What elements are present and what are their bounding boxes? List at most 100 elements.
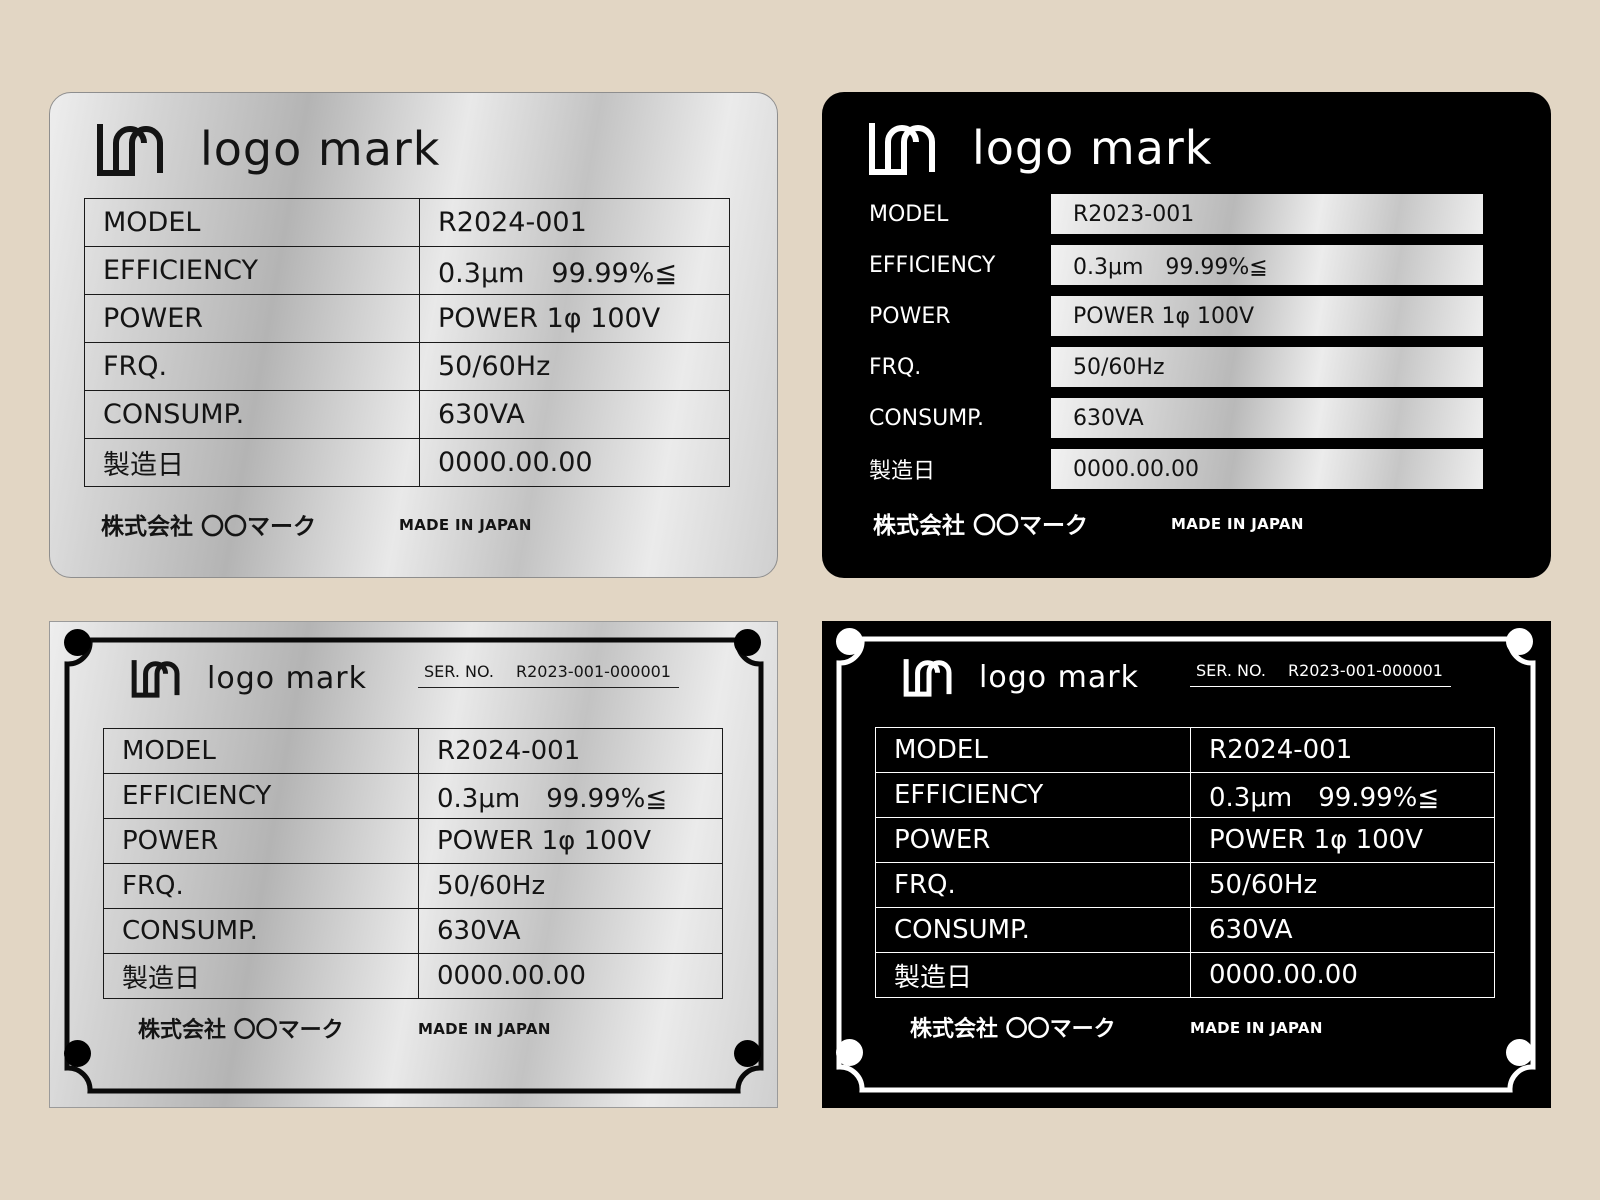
row-value: 0000.00.00 (419, 438, 730, 487)
row-label: FRQ. (875, 862, 1191, 908)
row-value: R2023-001 (1051, 194, 1483, 234)
table-row: FRQ. 50/60Hz (84, 342, 730, 391)
logo-text: logo mark (207, 660, 367, 696)
company-name: 株式会社 〇〇マーク (101, 514, 317, 540)
logo: logo mark (96, 121, 440, 177)
spec-row: CONSUMP. 630VA (869, 398, 1483, 438)
row-label: MODEL (84, 198, 420, 247)
row-value: 630VA (419, 390, 730, 439)
logo-text: logo mark (979, 659, 1139, 695)
row-value: 630VA (418, 908, 723, 954)
lm-logo-icon (131, 660, 180, 698)
spec-table: MODEL R2024-001 EFFICIENCY 0.3μm 99.99%≦ P… (84, 198, 730, 487)
nameplate-silver-rounded: logo mark MODEL R2024-001 EFFICIENCY 0.3μm… (49, 92, 778, 578)
spec-row: POWER POWER 1φ 100V (869, 296, 1483, 336)
nameplate-black-framed: logo mark SER. NO. R2023-001-000001 MODEL… (822, 621, 1551, 1108)
table-row: POWER POWER 1φ 100V (84, 294, 730, 343)
table-row: CONSUMP. 630VA (875, 907, 1495, 953)
row-label: POWER (875, 817, 1191, 863)
mounting-hole (734, 1040, 761, 1067)
table-row: MODEL R2024-001 (84, 198, 730, 247)
serial-value: R2023-001-000001 (515, 662, 671, 681)
row-label: 製造日 (84, 438, 420, 487)
row-value: R2024-001 (1190, 727, 1495, 773)
row-value: 50/60Hz (418, 863, 723, 909)
table-row: MODEL R2024-001 (103, 728, 723, 774)
table-row: CONSUMP. 630VA (84, 390, 730, 439)
row-value: 0.3μm 99.99%≦ (1190, 772, 1495, 818)
lm-logo-icon (903, 659, 952, 697)
company-name: 株式会社 〇〇マーク (138, 1018, 344, 1043)
row-value: 50/60Hz (1190, 862, 1495, 908)
row-label: 製造日 (875, 952, 1191, 998)
table-row: 製造日 0000.00.00 (875, 952, 1495, 998)
table-row: FRQ. 50/60Hz (875, 862, 1495, 908)
row-label: MODEL (869, 201, 949, 227)
table-row: EFFICIENCY 0.3μm 99.99%≦ (875, 772, 1495, 818)
row-label: CONSUMP. (869, 405, 985, 431)
spec-row: MODEL R2023-001 (869, 194, 1483, 234)
row-value: 0000.00.00 (1051, 449, 1483, 489)
lm-logo-icon (869, 123, 935, 175)
row-label: MODEL (875, 727, 1191, 773)
spec-row: EFFICIENCY 0.3μm 99.99%≦ (869, 245, 1483, 285)
row-value: 0.3μm 99.99%≦ (1051, 245, 1483, 285)
table-row: 製造日 0000.00.00 (103, 953, 723, 999)
table-row: FRQ. 50/60Hz (103, 863, 723, 909)
mounting-hole (734, 629, 761, 656)
spec-table: MODEL R2024-001 EFFICIENCY 0.3μm 99.99%≦ P… (103, 728, 723, 999)
table-row: 製造日 0000.00.00 (84, 438, 730, 487)
mounting-hole (64, 629, 91, 656)
row-value: 630VA (1051, 398, 1483, 438)
row-label: CONSUMP. (103, 908, 419, 954)
row-value: 50/60Hz (1051, 347, 1483, 387)
row-value: 0.3μm 99.99%≦ (419, 246, 730, 295)
logo: logo mark (903, 657, 1139, 697)
table-row: EFFICIENCY 0.3μm 99.99%≦ (84, 246, 730, 295)
mounting-hole (836, 1039, 863, 1066)
table-row: MODEL R2024-001 (875, 727, 1495, 773)
logo: logo mark (131, 658, 367, 698)
row-value: R2024-001 (419, 198, 730, 247)
made-in-label: MADE IN JAPAN (1190, 1019, 1323, 1037)
spec-row: FRQ. 50/60Hz (869, 347, 1483, 387)
made-in-label: MADE IN JAPAN (399, 516, 532, 534)
lm-logo-icon (97, 124, 163, 176)
mounting-hole (1506, 628, 1533, 655)
spec-row: 製造日 0000.00.00 (869, 449, 1483, 489)
serial-number: SER. NO. R2023-001-000001 (1190, 661, 1451, 687)
row-value: 0000.00.00 (1190, 952, 1495, 998)
row-value: POWER 1φ 100V (1051, 296, 1483, 336)
table-row: CONSUMP. 630VA (103, 908, 723, 954)
serial-label: SER. NO. (1196, 661, 1266, 680)
row-value: 50/60Hz (419, 342, 730, 391)
row-label: MODEL (103, 728, 419, 774)
row-value: POWER 1φ 100V (418, 818, 723, 864)
row-label: CONSUMP. (84, 390, 420, 439)
row-label: POWER (84, 294, 420, 343)
logo-text: logo mark (972, 121, 1213, 175)
company-name: 株式会社 〇〇マーク (873, 513, 1089, 539)
row-label: FRQ. (84, 342, 420, 391)
row-label: EFFICIENCY (869, 252, 996, 278)
row-value: POWER 1φ 100V (419, 294, 730, 343)
serial-value: R2023-001-000001 (1287, 661, 1443, 680)
logo-text: logo mark (200, 122, 441, 176)
made-in-label: MADE IN JAPAN (1171, 515, 1304, 533)
row-value: 0.3μm 99.99%≦ (418, 773, 723, 819)
row-label: POWER (103, 818, 419, 864)
row-label: CONSUMP. (875, 907, 1191, 953)
made-in-label: MADE IN JAPAN (418, 1020, 551, 1038)
nameplate-silver-framed: logo mark SER. NO. R2023-001-000001 MODEL… (49, 621, 778, 1108)
row-value: POWER 1φ 100V (1190, 817, 1495, 863)
row-value: 0000.00.00 (418, 953, 723, 999)
row-value: R2024-001 (418, 728, 723, 774)
row-label: EFFICIENCY (875, 772, 1191, 818)
row-label: FRQ. (869, 354, 922, 380)
spec-table: MODEL R2024-001 EFFICIENCY 0.3μm 99.99%≦ P… (875, 727, 1495, 998)
mounting-hole (1506, 1039, 1533, 1066)
mounting-hole (64, 1040, 91, 1067)
row-label: 製造日 (869, 459, 936, 484)
table-row: POWER POWER 1φ 100V (103, 818, 723, 864)
table-row: EFFICIENCY 0.3μm 99.99%≦ (103, 773, 723, 819)
